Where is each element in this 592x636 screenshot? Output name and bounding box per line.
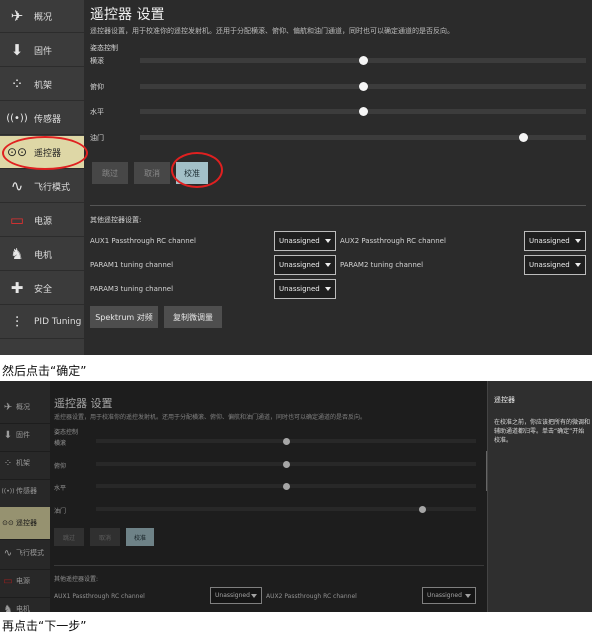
select-value: Unassigned bbox=[279, 285, 320, 293]
sidebar-item-pid[interactable]: ⫶ PID Tuning bbox=[0, 306, 84, 339]
main-panel: 遥控器 设置 遥控器设置，用于校准你的遥控发射机。还用于分配横滚、俯仰、偏航和油… bbox=[84, 0, 592, 355]
copy-trims-button[interactable]: 复制微调量 bbox=[164, 306, 222, 328]
aux2-select[interactable]: Unassigned bbox=[524, 231, 586, 251]
chevron-down-icon bbox=[575, 263, 581, 267]
sidebar-item-label: 固件 bbox=[34, 46, 53, 57]
param1-label: PARAM1 tuning channel bbox=[90, 261, 174, 269]
battery-icon: ▭ bbox=[9, 211, 25, 229]
sidebar-item-label: 电机 bbox=[34, 250, 53, 261]
safety-icon: ✚ bbox=[10, 279, 24, 297]
sidebar-item-safety[interactable]: ✚ 安全 bbox=[0, 272, 84, 305]
channel-label: 俯仰 bbox=[90, 83, 104, 91]
page-description: 遥控器设置，用于校准你的遥控发射机。还用于分配横滚、俯仰、偏航和油门通道，同时也… bbox=[90, 27, 454, 35]
param1-select[interactable]: Unassigned bbox=[274, 255, 336, 275]
channel-label: 水平 bbox=[90, 108, 104, 116]
screenshot-2: ✈ 概况 ⬇ 固件 ⁘ 机架 ((•)) 传感器 ⊙⊙ 遥控器 ∿ 飞行模式 ▭ 电源 ♞ 电机… bbox=[0, 381, 592, 612]
param3-select[interactable]: Unassigned bbox=[274, 279, 336, 299]
download-icon: ⬇ bbox=[10, 41, 24, 59]
throttle-slider[interactable] bbox=[140, 133, 586, 142]
attitude-label: 姿态控制 bbox=[90, 44, 118, 52]
slider-knob[interactable] bbox=[358, 107, 368, 116]
motor-icon: ♞ bbox=[10, 245, 24, 263]
caption-2: 再点击“下一步” bbox=[2, 619, 87, 633]
select-value: Unassigned bbox=[279, 261, 320, 269]
sidebar-item-sensors[interactable]: ((•)) 传感器 bbox=[0, 102, 84, 135]
param2-label: PARAM2 tuning channel bbox=[340, 261, 424, 269]
roll-slider[interactable] bbox=[140, 56, 586, 65]
sidebar: ✈ 概况 ⬇ 固件 ⁘ 机架 ((•)) 传感器 ⊙⊙ 遥控器 ∿ 飞行模式 ▭ 电源 ♞ 电机… bbox=[0, 0, 84, 355]
other-settings-label: 其他遥控器设置: bbox=[90, 216, 142, 224]
sidebar-item-motors[interactable]: ♞ 电机 bbox=[0, 238, 84, 271]
annotation-circle bbox=[2, 136, 88, 170]
sidebar-item-power[interactable]: ▭ 电源 bbox=[0, 204, 84, 237]
calibration-dialog: 遥控器 在校准之前，你应该把所有的微调和辅助通道都归零。单击“确定”开始校准。 bbox=[487, 381, 592, 612]
pitch-slider[interactable] bbox=[140, 82, 586, 91]
chevron-down-icon bbox=[575, 239, 581, 243]
airframe-icon: ⁘ bbox=[10, 75, 24, 93]
sidebar-item-label: 安全 bbox=[34, 284, 53, 295]
slider-knob[interactable] bbox=[358, 82, 368, 91]
wave-icon: ∿ bbox=[10, 177, 24, 195]
select-value: Unassigned bbox=[279, 237, 320, 245]
aux2-label: AUX2 Passthrough RC channel bbox=[340, 237, 446, 245]
channel-label: 横滚 bbox=[90, 57, 104, 65]
slider-knob[interactable] bbox=[519, 133, 529, 142]
sidebar-item-label: 机架 bbox=[34, 80, 53, 91]
sidebar-item-label: 概况 bbox=[34, 12, 53, 23]
screenshot-1: ✈ 概况 ⬇ 固件 ⁘ 机架 ((•)) 传感器 ⊙⊙ 遥控器 ∿ 飞行模式 ▭ 电源 ♞ 电机… bbox=[0, 0, 592, 355]
param3-label: PARAM3 tuning channel bbox=[90, 285, 174, 293]
aux1-select[interactable]: Unassigned bbox=[274, 231, 336, 251]
slider-knob[interactable] bbox=[358, 56, 368, 65]
param2-select[interactable]: Unassigned bbox=[524, 255, 586, 275]
select-value: Unassigned bbox=[529, 237, 570, 245]
sidebar-item-airframe[interactable]: ⁘ 机架 bbox=[0, 68, 84, 101]
yaw-slider[interactable] bbox=[140, 107, 586, 116]
skip-button[interactable]: 跳过 bbox=[92, 162, 128, 184]
chevron-down-icon bbox=[325, 239, 331, 243]
caption-1: 然后点击“确定” bbox=[2, 364, 87, 378]
spektrum-bind-button[interactable]: Spektrum 对频 bbox=[90, 306, 158, 328]
sidebar-item-firmware[interactable]: ⬇ 固件 bbox=[0, 34, 84, 67]
sliders-icon: ⫶ bbox=[15, 313, 19, 331]
sidebar-item-flight-modes[interactable]: ∿ 飞行模式 bbox=[0, 170, 84, 203]
sensor-icon: ((•)) bbox=[6, 112, 28, 124]
aux1-label: AUX1 Passthrough RC channel bbox=[90, 237, 196, 245]
page-title: 遥控器 设置 bbox=[90, 7, 165, 23]
sidebar-item-overview[interactable]: ✈ 概况 bbox=[0, 0, 84, 33]
paper-plane-icon: ✈ bbox=[10, 7, 24, 25]
sidebar-item-label: PID Tuning bbox=[34, 317, 82, 327]
divider bbox=[90, 205, 586, 206]
chevron-down-icon bbox=[325, 263, 331, 267]
dialog-body: 在校准之前，你应该把所有的微调和辅助通道都归零。单击“确定”开始校准。 bbox=[494, 419, 591, 444]
dialog-title: 遥控器 bbox=[494, 396, 515, 404]
cancel-button[interactable]: 取消 bbox=[134, 162, 170, 184]
channel-label: 油门 bbox=[90, 134, 104, 142]
select-value: Unassigned bbox=[529, 261, 570, 269]
sidebar-item-label: 传感器 bbox=[34, 114, 62, 125]
annotation-circle bbox=[171, 152, 223, 188]
sidebar-item-label: 飞行模式 bbox=[34, 182, 71, 193]
sidebar-item-label: 电源 bbox=[34, 216, 53, 227]
chevron-down-icon bbox=[325, 287, 331, 291]
